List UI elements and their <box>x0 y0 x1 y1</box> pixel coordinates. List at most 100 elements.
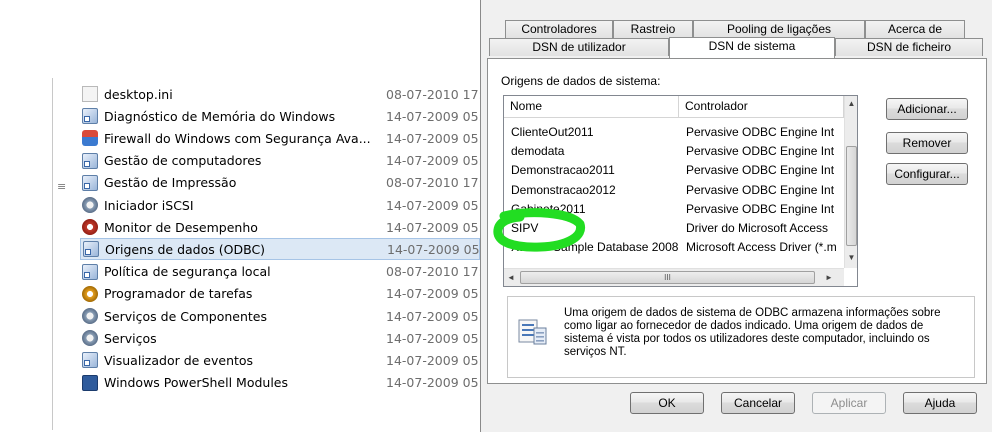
firewall-icon <box>82 130 98 147</box>
file-date: 14-07-2009 05: <box>386 308 480 324</box>
remove-button[interactable]: Remover <box>886 132 968 154</box>
file-row[interactable]: Visualizador de eventos 14-07-2009 05: <box>80 349 480 371</box>
data-source-driver: Microsoft Access Driver (*.m <box>686 240 837 255</box>
vertical-scroll-thumb[interactable] <box>846 146 857 246</box>
vertical-scrollbar[interactable]: ▲ ▼ <box>844 96 857 268</box>
tab-dsn-utilizador[interactable]: DSN de utilizador <box>489 38 669 56</box>
tab-dsn-sistema[interactable]: DSN de sistema <box>669 37 835 58</box>
file-row[interactable]: Iniciador iSCSI 14-07-2009 05: <box>80 194 480 216</box>
computer-management-icon <box>82 152 98 169</box>
file-name: Serviços de Componentes <box>104 308 268 324</box>
pane-splitter-grip[interactable]: ≡ <box>57 181 66 192</box>
data-source-driver: Pervasive ODBC Engine Int <box>686 201 835 216</box>
data-sources-label: Origens de dados de sistema: <box>501 74 661 88</box>
configure-button[interactable]: Configurar... <box>886 163 968 185</box>
services-icon <box>82 330 98 347</box>
info-box: Uma origem de dados de sistema de ODBC a… <box>507 296 975 378</box>
tab-pooling[interactable]: Pooling de ligações <box>693 20 865 38</box>
file-date: 14-07-2009 05: <box>386 153 480 169</box>
file-date: 14-07-2009 05: <box>386 330 480 346</box>
file-name: Gestão de computadores <box>104 153 262 169</box>
print-management-icon <box>82 174 98 191</box>
file-row[interactable]: Gestão de Impressão 08-07-2010 17: <box>80 172 480 194</box>
tab-dsn-ficheiro[interactable]: DSN de ficheiro <box>835 38 983 56</box>
data-source-row[interactable]: demodata Pervasive ODBC Engine Int <box>504 142 844 161</box>
memory-diagnostic-icon <box>82 108 98 125</box>
tab-controladores[interactable]: Controladores <box>505 20 613 38</box>
ini-file-icon <box>82 86 98 102</box>
iscsi-icon <box>82 197 98 213</box>
file-date: 14-07-2009 05: <box>386 219 480 235</box>
security-policy-icon <box>82 263 98 280</box>
file-date: 14-07-2009 05: <box>387 241 480 257</box>
file-row[interactable]: Serviços 14-07-2009 05: <box>80 327 480 349</box>
file-row[interactable]: Diagnóstico de Memória do Windows 14-07-2… <box>80 105 480 127</box>
data-source-driver: Pervasive ODBC Engine Int <box>686 144 835 159</box>
tab-acerca-de[interactable]: Acerca de <box>865 20 965 38</box>
file-row[interactable]: Política de segurança local 08-07-2010 17… <box>80 261 480 283</box>
file-name: Monitor de Desempenho <box>104 219 258 235</box>
file-date: 08-07-2010 17: <box>386 175 480 191</box>
data-source-driver: Pervasive ODBC Engine Int <box>686 163 835 178</box>
scroll-right-icon[interactable]: ► <box>822 269 836 286</box>
column-header-controlador[interactable]: Controlador <box>679 96 844 118</box>
data-source-row[interactable]: Demonstracao2012 Pervasive ODBC Engine In… <box>504 181 844 200</box>
help-button[interactable]: Ajuda <box>903 392 977 414</box>
file-name: Firewall do Windows com Segurança Ava... <box>104 130 371 146</box>
highlight-scribble <box>493 208 586 252</box>
file-name: Diagnóstico de Memória do Windows <box>104 108 336 124</box>
powershell-icon <box>82 374 98 391</box>
event-viewer-icon <box>82 352 98 369</box>
performance-monitor-icon <box>82 219 98 236</box>
cancel-button[interactable]: Cancelar <box>721 392 795 414</box>
data-source-name: Demonstracao2012 <box>511 182 616 197</box>
file-name: Iniciador iSCSI <box>104 197 194 213</box>
horizontal-scroll-thumb[interactable]: III <box>520 271 815 284</box>
scroll-left-icon[interactable]: ◄ <box>504 269 518 286</box>
file-row[interactable]: Origens de dados (ODBC) 14-07-2009 05: <box>80 238 480 261</box>
horizontal-scrollbar[interactable]: ◄ III ► <box>504 268 844 286</box>
tab-rastreio[interactable]: Rastreio <box>613 20 693 38</box>
file-name: desktop.ini <box>104 86 173 102</box>
data-source-driver: Pervasive ODBC Engine Int <box>686 125 835 139</box>
data-source-driver: Driver do Microsoft Access <box>686 221 829 235</box>
data-source-row[interactable]: ClienteOut2011 Pervasive ODBC Engine Int <box>504 123 844 142</box>
file-name: Origens de dados (ODBC) <box>105 241 266 257</box>
file-row[interactable]: Serviços de Componentes 14-07-2009 05: <box>80 305 480 327</box>
scroll-down-icon[interactable]: ▼ <box>845 250 857 266</box>
data-source-list[interactable]: Nome Controlador ClienteOut2011 Pervasive… <box>503 95 858 287</box>
task-scheduler-icon <box>82 285 98 302</box>
column-header-nome[interactable]: Nome <box>504 96 679 118</box>
file-name: Gestão de Impressão <box>104 175 237 191</box>
file-date: 14-07-2009 05: <box>386 352 480 368</box>
file-row[interactable]: desktop.ini 08-07-2010 17: <box>80 83 480 105</box>
file-name: Política de segurança local <box>104 264 271 280</box>
file-row[interactable]: Monitor de Desempenho 14-07-2009 05: <box>80 216 480 238</box>
file-row[interactable]: Firewall do Windows com Segurança Ava...… <box>80 127 480 149</box>
data-source-name: Demonstracao2011 <box>511 163 615 178</box>
data-source-name: ClienteOut2011 <box>511 125 594 139</box>
data-source-info-icon <box>518 319 547 345</box>
add-button[interactable]: Adicionar... <box>886 98 968 120</box>
file-date: 14-07-2009 05: <box>386 108 480 124</box>
info-description: Uma origem de dados de sistema de ODBC a… <box>564 307 941 358</box>
file-name: Visualizador de eventos <box>104 352 254 368</box>
data-source-name: demodata <box>511 144 565 159</box>
file-row[interactable]: Programador de tarefas 14-07-2009 05: <box>80 283 480 305</box>
file-date: 14-07-2009 05: <box>386 286 480 302</box>
file-date: 08-07-2010 17: <box>386 86 480 102</box>
file-name: Programador de tarefas <box>104 286 253 302</box>
scroll-up-icon[interactable]: ▲ <box>845 96 857 112</box>
data-source-driver: Pervasive ODBC Engine Int <box>686 182 835 197</box>
file-date: 14-07-2009 05: <box>386 130 480 146</box>
file-row[interactable]: Windows PowerShell Modules 14-07-2009 05: <box>80 372 480 394</box>
file-name: Serviços <box>104 330 157 346</box>
file-explorer-list: ≡ desktop.ini 08-07-2010 17: Diagnóstico d… <box>0 0 480 432</box>
odbc-icon <box>83 241 99 258</box>
file-row[interactable]: Gestão de computadores 14-07-2009 05: <box>80 150 480 172</box>
apply-button[interactable]: Aplicar <box>812 392 886 414</box>
file-date: 08-07-2010 17: <box>386 264 480 280</box>
navigation-pane-border <box>52 78 53 430</box>
data-source-row[interactable]: Demonstracao2011 Pervasive ODBC Engine In… <box>504 161 844 180</box>
ok-button[interactable]: OK <box>630 392 704 414</box>
